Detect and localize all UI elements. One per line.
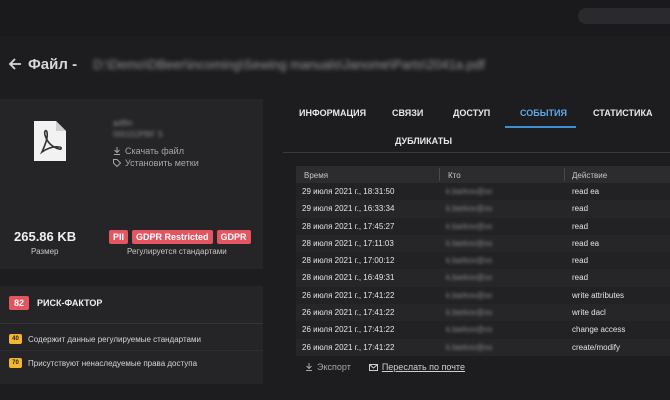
export-button[interactable]: Экспорт (305, 362, 351, 372)
cell-action: read (572, 221, 589, 231)
cell-who: k.barkov@xx (446, 273, 493, 283)
column-header-time[interactable]: Время (304, 171, 328, 180)
back-arrow-icon[interactable] (4, 53, 26, 75)
page-title: Файл - (28, 55, 78, 73)
cell-action: read (572, 204, 589, 214)
table-row[interactable]: 28 июля 2021 г., 17:00:12 k.barkov@xx re… (296, 252, 670, 270)
top-search-pill[interactable] (578, 8, 670, 24)
file-name: a4fin (113, 118, 133, 128)
risk-title: РИСК-ФАКТОР (37, 298, 103, 308)
cell-who: k.barkov@xx (446, 308, 493, 318)
divider (0, 323, 263, 324)
table-row[interactable]: 26 июля 2021 г., 17:41:22 k.barkov@xx cr… (296, 338, 670, 356)
download-file-link[interactable]: Скачать файл (113, 146, 184, 156)
cell-action: write attributes (572, 290, 625, 300)
pdf-file-icon (34, 121, 66, 161)
cell-action: read ea (572, 238, 600, 248)
column-separator (439, 168, 440, 181)
cell-time: 29 июля 2021 г., 16:33:34 (302, 204, 395, 214)
badge-gdpr-restricted: GDPR Restricted (132, 230, 213, 244)
cell-action: read (572, 273, 589, 283)
table-header: Время Кто Действие (296, 166, 670, 183)
column-header-who[interactable]: Кто (448, 171, 461, 180)
table-body: 29 июля 2021 г., 18:31:50 k.barkov@xx re… (296, 183, 670, 356)
set-labels-link[interactable]: Установить метки (113, 158, 199, 168)
file-path: D:\Demo\DBeer\incoming\Sewing manuals\Ja… (93, 56, 485, 72)
table-row[interactable]: 26 июля 2021 г., 17:41:22 k.barkov@xx ch… (296, 321, 670, 339)
file-size-label: Размер (31, 247, 59, 256)
download-file-label: Скачать файл (125, 146, 184, 156)
cell-who: k.barkov@xx (446, 256, 493, 266)
cell-time: 26 июля 2021 г., 17:41:22 (302, 308, 395, 318)
table-footer: Экспорт Переслать по почте (305, 362, 465, 372)
cell-who: k.barkov@xx (446, 204, 493, 214)
active-tab-indicator (505, 126, 576, 128)
tab-duplicates[interactable]: ДУБЛИКАТЫ (395, 136, 452, 146)
table-row[interactable]: 26 июля 2021 г., 17:41:22 k.barkov@xx wr… (296, 304, 670, 322)
cell-who: k.barkov@xx (446, 187, 493, 196)
cell-action: change access (572, 325, 626, 335)
cell-time: 28 июля 2021 г., 17:11:03 (302, 238, 394, 248)
file-size-value: 265.86 KB (14, 229, 77, 244)
table-row[interactable]: 28 июля 2021 г., 17:11:03 k.barkov@xx re… (296, 234, 670, 253)
cell-who: k.barkov@xx (446, 325, 493, 335)
tag-icon (113, 159, 121, 167)
top-bar (0, 0, 670, 36)
compliance-badges: PII GDPR Restricted GDPR (109, 230, 251, 244)
tab-events[interactable]: СОБЫТИЯ (520, 108, 567, 118)
cell-time: 29 июля 2021 г., 18:31:50 (302, 187, 395, 196)
tab-access[interactable]: ДОСТУП (453, 108, 490, 118)
risk-score-badge: 82 (9, 296, 30, 310)
tab-information[interactable]: ИНФОРМАЦИЯ (299, 108, 366, 118)
risk-card: 82 РИСК-ФАКТОР 40 Содержит данные регули… (0, 286, 263, 384)
table-row[interactable]: 29 июля 2021 г., 16:33:34 k.barkov@xx re… (296, 200, 670, 218)
column-header-action[interactable]: Действие (572, 171, 607, 180)
cell-who: k.barkov@xx (446, 238, 493, 248)
cell-who: k.barkov@xx (446, 342, 493, 352)
cell-who: k.barkov@xx (446, 221, 493, 231)
risk-item-score: 40 (9, 334, 22, 344)
events-table[interactable]: Время Кто Действие 29 июля 2021 г., 18:3… (296, 166, 670, 356)
table-row[interactable]: 29 июля 2021 г., 18:31:50 k.barkov@xx re… (296, 183, 670, 201)
export-label: Экспорт (317, 362, 351, 372)
file-card: a4fin 000152PBF S Скачать файл Установит… (0, 99, 263, 269)
email-link[interactable]: Переслать по почте (368, 362, 465, 372)
download-icon (114, 147, 120, 155)
cell-time: 28 июля 2021 г., 17:45:27 (302, 221, 395, 231)
cell-action: read (572, 256, 589, 266)
divider (0, 350, 263, 351)
table-row[interactable]: 28 июля 2021 г., 16:49:31 k.barkov@xx re… (296, 269, 670, 287)
download-icon (306, 363, 312, 371)
set-labels-label: Установить метки (125, 158, 199, 168)
badge-gdpr: GDPR (216, 230, 251, 244)
cell-time: 26 июля 2021 г., 17:41:22 (302, 290, 395, 300)
tab-links[interactable]: СВЯЗИ (392, 108, 423, 118)
risk-item-label: Присутствуют ненаследуемые права доступа (28, 358, 198, 368)
cell-who: k.barkov@xx (446, 290, 493, 300)
risk-item-label: Содержит данные регулируемые стандартами (28, 334, 201, 344)
risk-item: 40 Содержит данные регулируемые стандарт… (9, 334, 201, 344)
risk-item-score: 70 (9, 358, 22, 368)
column-separator (564, 168, 565, 181)
cell-action: write dacl (572, 308, 606, 318)
cell-action: create/modify (572, 342, 621, 352)
divider (283, 152, 670, 153)
cell-action: read ea (572, 187, 600, 196)
cell-time: 26 июля 2021 г., 17:41:22 (302, 325, 395, 335)
risk-header: 82 РИСК-ФАКТОР (9, 296, 102, 310)
tab-statistics[interactable]: СТАТИСТИКА (593, 108, 652, 118)
table-row[interactable]: 28 июля 2021 г., 17:45:27 k.barkov@xx re… (296, 217, 670, 235)
table-row[interactable]: 26 июля 2021 г., 17:41:22 k.barkov@xx wr… (296, 286, 670, 305)
cell-time: 28 июля 2021 г., 16:49:31 (302, 273, 395, 283)
file-meta: 000152PBF S (113, 130, 163, 139)
title-bar: Файл - D:\Demo\DBeer\incoming\Sewing man… (0, 50, 670, 78)
email-label: Переслать по почте (381, 362, 465, 372)
risk-item: 70 Присутствуют ненаследуемые права дост… (9, 358, 197, 368)
badge-pii: PII (109, 230, 129, 244)
mail-icon (368, 363, 378, 371)
badges-label: Регулируется стандартами (127, 247, 227, 256)
cell-time: 28 июля 2021 г., 17:00:12 (302, 256, 395, 266)
cell-time: 26 июля 2021 г., 17:41:22 (302, 342, 395, 352)
